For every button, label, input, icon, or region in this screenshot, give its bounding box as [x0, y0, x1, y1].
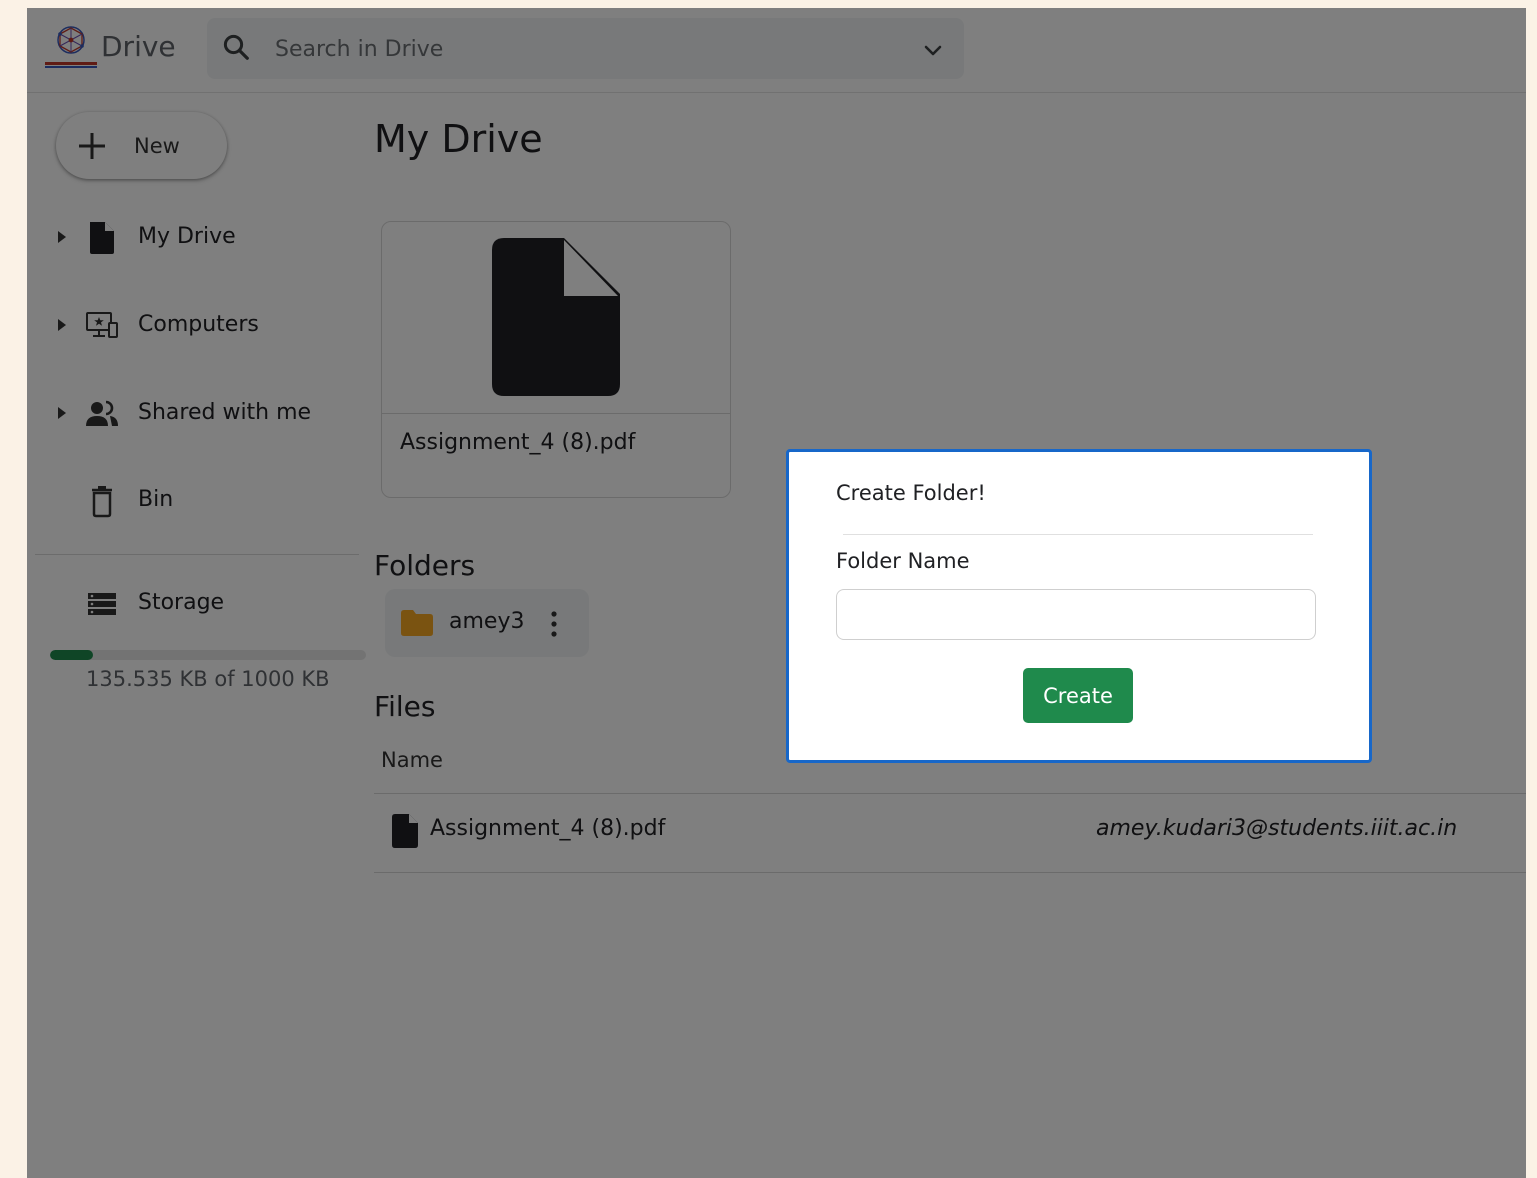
folder-name-input[interactable] [836, 589, 1316, 640]
create-button[interactable]: Create [1023, 668, 1133, 723]
dialog-divider [843, 534, 1313, 535]
dialog-title: Create Folder! [836, 481, 986, 505]
drive-app: Drive New My Drive [27, 8, 1526, 1178]
folder-name-label: Folder Name [836, 549, 970, 573]
create-folder-dialog: Create Folder! Folder Name Create [786, 449, 1372, 763]
